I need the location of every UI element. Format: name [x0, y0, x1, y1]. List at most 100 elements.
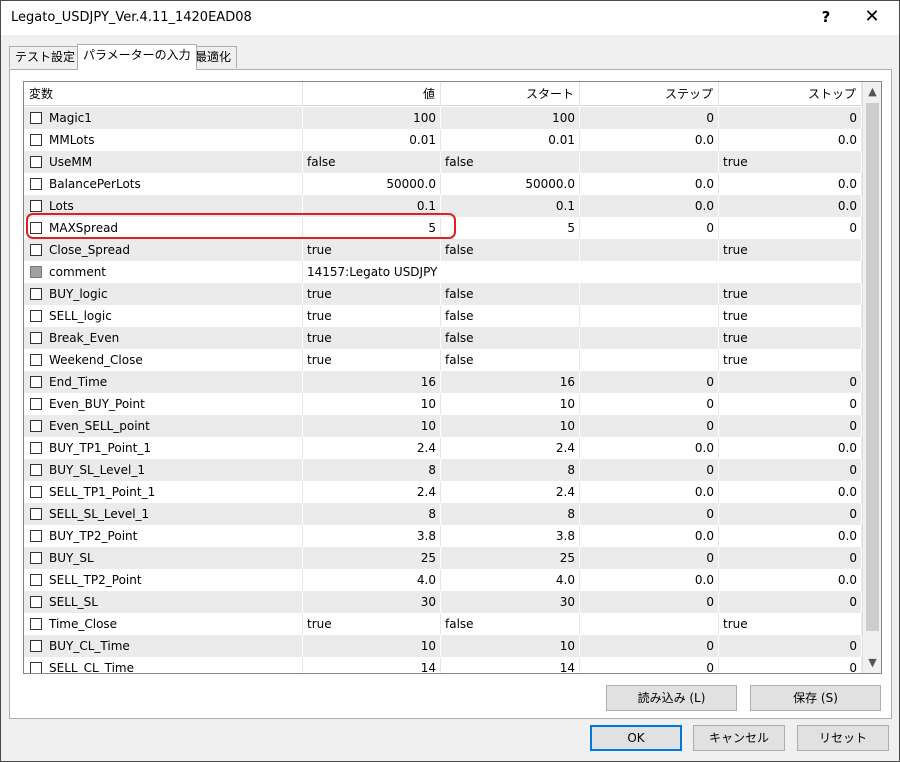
value-cell[interactable]: 0.1: [303, 195, 441, 217]
stop-cell[interactable]: true: [719, 305, 862, 327]
step-cell[interactable]: 0: [580, 591, 719, 613]
table-row[interactable]: BUY_CL_Time 10 10 0 0: [24, 635, 862, 657]
start-cell[interactable]: 50000.0: [441, 173, 580, 195]
step-cell[interactable]: 0.0: [580, 129, 719, 151]
optimize-checkbox[interactable]: [30, 200, 42, 212]
start-cell[interactable]: 10: [441, 415, 580, 437]
value-cell[interactable]: true: [303, 305, 441, 327]
step-cell[interactable]: 0: [580, 657, 719, 673]
start-cell[interactable]: 0.01: [441, 129, 580, 151]
value-cell[interactable]: 30: [303, 591, 441, 613]
optimize-checkbox[interactable]: [30, 552, 42, 564]
table-row[interactable]: MMLots 0.01 0.01 0.0 0.0: [24, 129, 862, 151]
step-cell[interactable]: 0.0: [580, 525, 719, 547]
optimize-checkbox[interactable]: [30, 420, 42, 432]
optimize-checkbox[interactable]: [30, 464, 42, 476]
step-cell[interactable]: 0.0: [580, 195, 719, 217]
ok-button[interactable]: OK: [590, 725, 682, 751]
start-cell[interactable]: 2.4: [441, 437, 580, 459]
value-cell[interactable]: 25: [303, 547, 441, 569]
stop-cell[interactable]: 0: [719, 107, 862, 129]
reset-button[interactable]: リセット: [797, 725, 889, 751]
value-cell[interactable]: 50000.0: [303, 173, 441, 195]
table-row[interactable]: BUY_SL_Level_1 8 8 0 0: [24, 459, 862, 481]
table-row[interactable]: BalancePerLots 50000.0 50000.0 0.0 0.0: [24, 173, 862, 195]
value-cell[interactable]: 4.0: [303, 569, 441, 591]
step-cell[interactable]: 0: [580, 635, 719, 657]
column-header-variable[interactable]: 変数: [24, 82, 303, 106]
value-cell[interactable]: 0.01: [303, 129, 441, 151]
stop-cell[interactable]: 0: [719, 591, 862, 613]
step-cell[interactable]: 0: [580, 371, 719, 393]
stop-cell[interactable]: 0: [719, 657, 862, 673]
table-row[interactable]: SELL_CL_Time 14 14 0 0: [24, 657, 862, 673]
step-cell[interactable]: 0.0: [580, 569, 719, 591]
optimize-checkbox[interactable]: [30, 222, 42, 234]
step-cell[interactable]: [580, 151, 719, 173]
value-cell[interactable]: 10: [303, 635, 441, 657]
optimize-checkbox[interactable]: [30, 178, 42, 190]
value-cell[interactable]: 8: [303, 459, 441, 481]
scrollbar-thumb[interactable]: [866, 103, 879, 631]
optimize-checkbox[interactable]: [30, 398, 42, 410]
optimize-checkbox[interactable]: [30, 486, 42, 498]
tab-test-settings[interactable]: テスト設定: [9, 46, 82, 68]
value-cell[interactable]: 8: [303, 503, 441, 525]
table-row[interactable]: SELL_SL 30 30 0 0: [24, 591, 862, 613]
column-header-start[interactable]: スタート: [441, 82, 580, 106]
table-row[interactable]: BUY_TP2_Point 3.8 3.8 0.0 0.0: [24, 525, 862, 547]
start-cell[interactable]: false: [441, 327, 580, 349]
vertical-scrollbar[interactable]: ▲ ▼: [862, 82, 881, 673]
start-cell[interactable]: 5: [441, 217, 580, 239]
step-cell[interactable]: 0.0: [580, 481, 719, 503]
help-icon[interactable]: ?: [813, 5, 839, 29]
value-cell[interactable]: 2.4: [303, 481, 441, 503]
optimize-checkbox[interactable]: [30, 112, 42, 124]
value-cell[interactable]: 100: [303, 107, 441, 129]
table-row[interactable]: comment 14157:Legato USDJPY: [24, 261, 862, 283]
table-row[interactable]: UseMM false false true: [24, 151, 862, 173]
start-cell[interactable]: 8: [441, 459, 580, 481]
stop-cell[interactable]: 0: [719, 217, 862, 239]
optimize-checkbox[interactable]: [30, 376, 42, 388]
scroll-up-icon[interactable]: ▲: [863, 82, 881, 102]
optimize-checkbox[interactable]: [30, 574, 42, 586]
stop-cell[interactable]: true: [719, 349, 862, 371]
table-row[interactable]: MAXSpread 5 5 0 0: [24, 217, 862, 239]
step-cell[interactable]: 0: [580, 217, 719, 239]
table-row[interactable]: SELL_TP1_Point_1 2.4 2.4 0.0 0.0: [24, 481, 862, 503]
start-cell[interactable]: 100: [441, 107, 580, 129]
optimize-checkbox[interactable]: [30, 442, 42, 454]
start-cell[interactable]: false: [441, 283, 580, 305]
table-row[interactable]: Close_Spread true false true: [24, 239, 862, 261]
scroll-down-icon[interactable]: ▼: [863, 653, 881, 673]
optimize-checkbox[interactable]: [30, 134, 42, 146]
column-header-step[interactable]: ステップ: [580, 82, 719, 106]
stop-cell[interactable]: 0.0: [719, 173, 862, 195]
value-cell[interactable]: 2.4: [303, 437, 441, 459]
value-cell[interactable]: 10: [303, 415, 441, 437]
start-cell[interactable]: 4.0: [441, 569, 580, 591]
step-cell[interactable]: 0: [580, 393, 719, 415]
value-cell[interactable]: 3.8: [303, 525, 441, 547]
stop-cell[interactable]: 0: [719, 547, 862, 569]
table-row[interactable]: End_Time 16 16 0 0: [24, 371, 862, 393]
step-cell[interactable]: 0.0: [580, 173, 719, 195]
stop-cell[interactable]: true: [719, 151, 862, 173]
stop-cell[interactable]: 0.0: [719, 129, 862, 151]
optimize-checkbox[interactable]: [30, 640, 42, 652]
step-cell[interactable]: [580, 327, 719, 349]
optimize-checkbox[interactable]: [30, 354, 42, 366]
step-cell[interactable]: [580, 349, 719, 371]
stop-cell[interactable]: true: [719, 283, 862, 305]
table-row[interactable]: Even_SELL_point 10 10 0 0: [24, 415, 862, 437]
stop-cell[interactable]: 0: [719, 503, 862, 525]
stop-cell[interactable]: 0.0: [719, 437, 862, 459]
value-cell[interactable]: 10: [303, 393, 441, 415]
stop-cell[interactable]: 0.0: [719, 195, 862, 217]
start-cell[interactable]: 0.1: [441, 195, 580, 217]
column-header-stop[interactable]: ストップ: [719, 82, 862, 106]
optimize-checkbox[interactable]: [30, 288, 42, 300]
table-row[interactable]: BUY_logic true false true: [24, 283, 862, 305]
table-row[interactable]: SELL_TP2_Point 4.0 4.0 0.0 0.0: [24, 569, 862, 591]
